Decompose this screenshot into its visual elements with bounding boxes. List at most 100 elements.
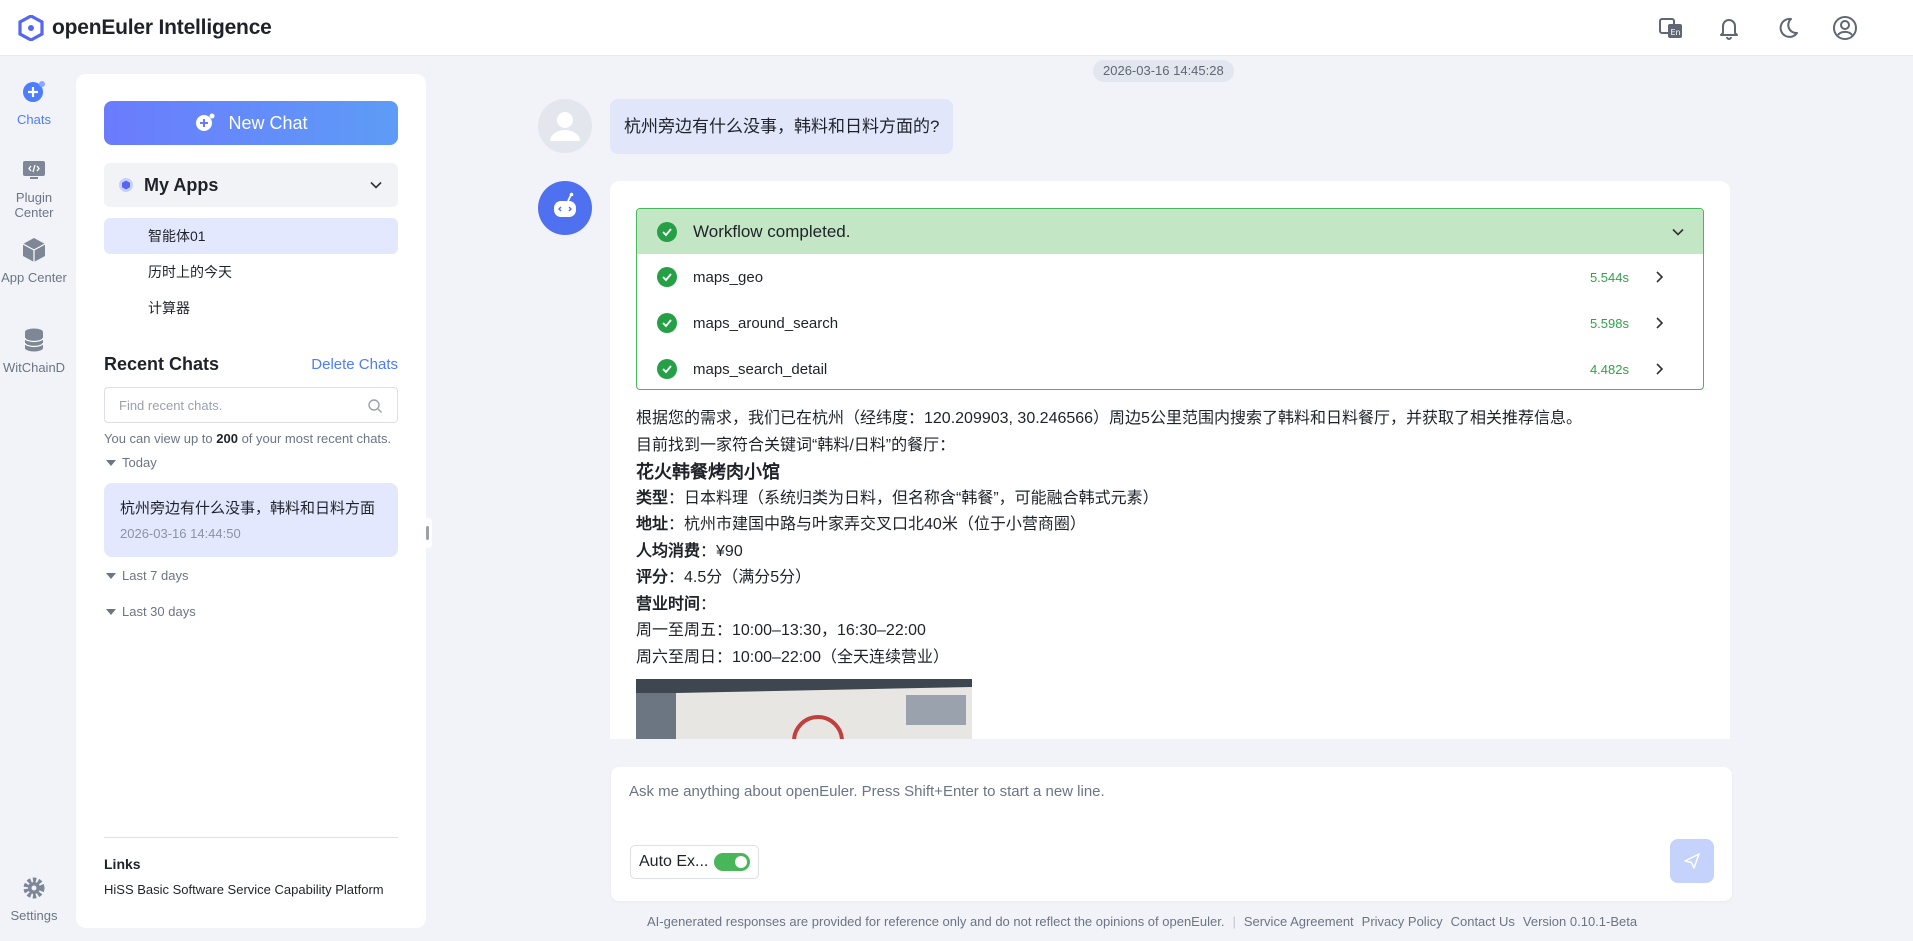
bell-icon[interactable] xyxy=(1713,12,1745,44)
chevron-down-icon xyxy=(370,181,382,189)
nav-witchaind-label: WitChainD xyxy=(2,360,66,375)
recent-chats-title: Recent Chats xyxy=(104,354,220,374)
check-circle-icon xyxy=(657,313,677,333)
restaurant-type: 类型：日本料理（系统归类为日料，但名称含“韩餐”，可能融合韩式元素） xyxy=(636,486,1706,513)
delete-chats-link[interactable]: Delete Chats xyxy=(311,356,398,373)
group-last-30-days[interactable]: Last 30 days xyxy=(106,604,196,619)
nav-app-center-label: App Center xyxy=(1,270,67,285)
workflow-step-row[interactable]: maps_around_search 5.598s xyxy=(637,300,1703,346)
price-label: 人均消费 xyxy=(636,542,701,560)
hint-count: 200 xyxy=(216,431,238,446)
search-icon[interactable] xyxy=(367,398,383,414)
restaurant-price: 人均消费：¥90 xyxy=(636,539,1706,566)
check-circle-icon xyxy=(657,359,677,379)
left-nav: Chats Plugin Center App Center WitChainD… xyxy=(0,56,68,941)
hint-prefix: You can view up to xyxy=(104,431,217,446)
restaurant-name: 花火韩餐烤肉小馆 xyxy=(636,462,780,482)
workflow-step-name: maps_geo xyxy=(693,268,764,286)
app-item[interactable]: 智能体01 xyxy=(104,218,398,254)
recent-chats-search-input[interactable] xyxy=(119,388,359,422)
workflow-panel: Workflow completed. maps_geo 5.544s maps… xyxy=(636,208,1704,390)
caret-down-icon xyxy=(106,572,116,579)
contact-us-link[interactable]: Contact Us xyxy=(1451,914,1515,929)
workflow-step-time: 5.544s xyxy=(1589,269,1629,285)
answer-intro-1: 根据您的需求，我们已在杭州（经纬度：120.209903, 30.246566）… xyxy=(636,410,1582,427)
nav-plugin-center-label: Plugin Center xyxy=(14,190,54,220)
footer-disclaimer: AI-generated responses are provided for … xyxy=(647,914,1225,929)
version-label: Version 0.10.1-Beta xyxy=(1522,914,1638,929)
chat-sidebar: New Chat My Apps 智能体01 历时上的今天 计算器 Recent… xyxy=(76,74,426,928)
auto-execute-toggle[interactable]: Auto Ex... xyxy=(630,845,760,879)
check-circle-icon xyxy=(657,267,677,287)
links-title: Links xyxy=(104,856,141,872)
chevron-right-icon xyxy=(1656,363,1664,375)
language-switch-icon[interactable]: En xyxy=(1655,12,1687,44)
paper-plane-icon xyxy=(1684,853,1700,869)
new-chat-label: New Chat xyxy=(228,112,308,133)
nav-plugin-center[interactable]: Plugin Center xyxy=(0,156,68,220)
app-item[interactable]: 历时上的今天 xyxy=(104,254,398,290)
nav-settings-label: Settings xyxy=(10,908,58,923)
restaurant-hours: 营业时间： xyxy=(636,592,1706,619)
chat-input[interactable] xyxy=(629,783,1709,823)
nav-settings[interactable]: Settings xyxy=(0,874,68,923)
user-message-bubble: 杭州旁边有什么没事，韩料和日料方面的? xyxy=(610,99,954,154)
new-chat-button[interactable]: New Chat xyxy=(104,101,398,145)
user-profile-icon[interactable] xyxy=(1829,12,1861,44)
workflow-status: Workflow completed. xyxy=(693,221,851,241)
chat-history-title: 杭州旁边有什么没事，韩料和日料方面 xyxy=(120,500,376,517)
rating-value: ：4.5分（满分5分） xyxy=(668,569,812,586)
price-value: ：¥90 xyxy=(700,542,743,560)
top-bar: openEuler Intelligence En xyxy=(0,0,1913,56)
nav-chats-label: Chats xyxy=(17,112,51,127)
workflow-header[interactable]: Workflow completed. xyxy=(637,209,1703,254)
message-timestamp: 2026-03-16 14:45:28 xyxy=(1093,60,1234,82)
send-button[interactable] xyxy=(1670,839,1714,883)
dark-mode-moon-icon[interactable] xyxy=(1771,12,1803,44)
gear-icon xyxy=(23,877,45,899)
my-apps-dropdown[interactable]: My Apps xyxy=(104,163,398,207)
nav-app-center[interactable]: App Center xyxy=(0,236,68,285)
workflow-step-row[interactable]: maps_search_detail 4.482s xyxy=(637,346,1703,389)
database-icon xyxy=(24,328,44,352)
service-agreement-link[interactable]: Service Agreement xyxy=(1244,914,1354,929)
caret-down-icon xyxy=(106,459,116,466)
type-value: ：日本料理（系统归类为日料，但名称含“韩餐”，可能融合韩式元素） xyxy=(668,489,1159,507)
app-item[interactable]: 计算器 xyxy=(104,290,398,326)
restaurant-rating: 评分：4.5分（满分5分） xyxy=(636,565,1706,592)
user-avatar-icon xyxy=(550,112,580,141)
openeuler-logo-icon xyxy=(18,14,44,41)
workflow-step-time: 4.482s xyxy=(1589,361,1629,377)
privacy-policy-link[interactable]: Privacy Policy xyxy=(1362,914,1443,929)
chat-history-time: 2026-03-16 14:44:50 xyxy=(120,526,241,541)
toggle-switch[interactable] xyxy=(714,853,751,871)
answer-intro-2: 目前找到一家符合关键词“韩料/日料”的餐厅： xyxy=(636,436,956,454)
workflow-step-name: maps_search_detail xyxy=(693,360,828,378)
group-today[interactable]: Today xyxy=(106,455,157,470)
app-logo: openEuler Intelligence xyxy=(18,14,272,41)
address-label: 地址 xyxy=(636,516,669,533)
robot-icon xyxy=(554,192,576,217)
sidebar-collapse-handle[interactable] xyxy=(424,518,432,548)
hours-weekday: 周一至周五：10:00–13:30，16:30–22:00 xyxy=(636,622,926,639)
answer-text: 根据您的需求，我们已在杭州（经纬度：120.209903, 30.246566）… xyxy=(636,406,1706,671)
hiss-platform-link[interactable]: HiSS Basic Software Service Capability P… xyxy=(104,882,384,897)
chevron-right-icon xyxy=(1656,271,1664,283)
cube-icon xyxy=(22,238,46,262)
caret-down-icon xyxy=(106,608,116,615)
chat-history-item[interactable]: 杭州旁边有什么没事，韩料和日料方面 2026-03-16 14:44:50 xyxy=(104,483,398,557)
nav-witchaind[interactable]: WitChainD xyxy=(0,326,68,375)
workflow-step-row[interactable]: maps_geo 5.544s xyxy=(637,254,1703,300)
hint-suffix: of your most recent chats. xyxy=(237,431,392,446)
restaurant-photo xyxy=(636,679,972,739)
footer: AI-generated responses are provided for … xyxy=(647,914,1637,929)
group-last-7-days[interactable]: Last 7 days xyxy=(106,568,189,583)
workflow-step-time: 5.598s xyxy=(1589,315,1629,331)
nav-chats[interactable]: Chats xyxy=(0,78,68,127)
links-divider xyxy=(104,837,398,838)
new-chat-icon xyxy=(196,113,215,131)
app-title: openEuler Intelligence xyxy=(52,15,272,39)
hours-weekend: 周六至周日：10:00–22:00（全天连续营业） xyxy=(636,648,949,666)
check-circle-icon xyxy=(657,221,677,242)
group-last-7-label: Last 7 days xyxy=(122,568,189,583)
